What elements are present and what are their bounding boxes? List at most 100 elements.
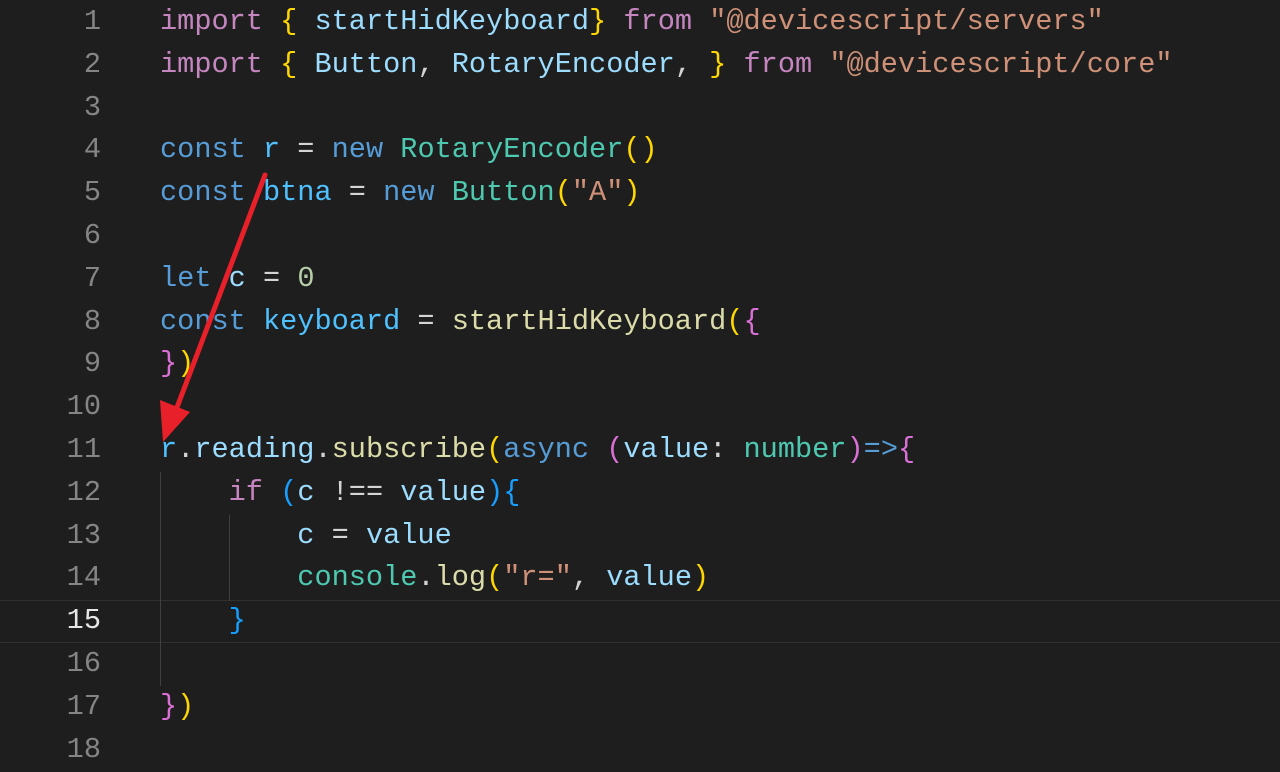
code-line[interactable]: 11 r.reading.subscribe(async (value: numb… bbox=[0, 429, 1280, 472]
code-token: btna bbox=[262, 176, 332, 210]
code-token: RotaryEncoder bbox=[400, 133, 624, 167]
code-line[interactable]: 17}) bbox=[0, 686, 1280, 729]
line-number: 5 bbox=[83, 176, 101, 210]
code-line[interactable]: 2 import { Button, RotaryEncoder, } from … bbox=[0, 44, 1280, 87]
code-token: . bbox=[417, 561, 435, 595]
code-token: async bbox=[503, 432, 590, 466]
line-number: 11 bbox=[66, 432, 101, 466]
code-token: Button bbox=[451, 176, 555, 210]
code-token: startHidKeyboard bbox=[297, 5, 590, 38]
code-token: const bbox=[160, 176, 246, 210]
line-number: 14 bbox=[66, 561, 101, 595]
code-line[interactable]: 1 import { startHidKeyboard} from "@devic… bbox=[0, 1, 1280, 44]
code-token: reading bbox=[194, 432, 315, 466]
code-token: import bbox=[160, 5, 263, 38]
line-number: 15 bbox=[66, 604, 101, 638]
code-line[interactable]: 6 bbox=[0, 215, 1280, 258]
code-token: "@devicescript/core" bbox=[829, 47, 1173, 81]
code-line[interactable]: 9}) bbox=[0, 343, 1280, 386]
code-line[interactable]: 15 } bbox=[0, 600, 1280, 643]
code-line[interactable]: 3 bbox=[0, 87, 1280, 130]
code-token: new bbox=[383, 176, 435, 210]
code-line[interactable]: 13 c = value bbox=[0, 515, 1280, 558]
code-line[interactable]: 8 const keyboard = startHidKeyboard({ bbox=[0, 301, 1280, 344]
code-token: , bbox=[674, 47, 710, 81]
line-code: c = value bbox=[160, 515, 452, 558]
code-token: c bbox=[297, 518, 315, 552]
code-token: "r=" bbox=[503, 561, 572, 595]
line-code: const r = new RotaryEncoder() bbox=[160, 129, 658, 172]
code-token: ( bbox=[554, 176, 572, 210]
code-token: subscribe bbox=[331, 432, 487, 466]
code-line[interactable]: 5 const btna = new Button("A") bbox=[0, 172, 1280, 215]
code-line[interactable]: 18 bbox=[0, 729, 1280, 772]
code-line[interactable]: 16 bbox=[0, 643, 1280, 686]
code-token: const bbox=[160, 133, 246, 167]
code-line[interactable]: 12 if (c !== value){ bbox=[0, 472, 1280, 515]
code-token: value bbox=[606, 561, 692, 595]
line-number: 9 bbox=[83, 347, 101, 381]
code-token: !== bbox=[314, 475, 401, 509]
code-token: value bbox=[365, 518, 452, 552]
code-token: ( bbox=[280, 475, 298, 509]
line-number: 13 bbox=[66, 518, 101, 552]
code-token: => bbox=[863, 432, 898, 466]
line-number: 8 bbox=[83, 304, 101, 338]
line-number: 17 bbox=[66, 689, 101, 723]
code-token: 0 bbox=[297, 261, 315, 295]
code-line[interactable]: 4 const r = new RotaryEncoder() bbox=[0, 129, 1280, 172]
code-token: } bbox=[709, 47, 727, 81]
code-token: = bbox=[314, 518, 366, 552]
line-code: } bbox=[160, 600, 246, 643]
line-code: import { startHidKeyboard} from "@device… bbox=[160, 1, 1104, 44]
code-token: } bbox=[228, 604, 246, 638]
line-number: 10 bbox=[66, 390, 101, 424]
code-token: c bbox=[297, 475, 315, 509]
code-token: ) bbox=[486, 475, 504, 509]
line-code: if (c !== value){ bbox=[160, 472, 521, 515]
code-token: console bbox=[297, 561, 418, 595]
code-token: r bbox=[262, 133, 281, 167]
line-number: 16 bbox=[66, 646, 101, 680]
indent-guide bbox=[160, 472, 161, 686]
code-token: startHidKeyboard bbox=[451, 304, 727, 338]
code-token: } bbox=[160, 689, 178, 723]
code-token: if bbox=[228, 475, 263, 509]
code-line[interactable]: 10 bbox=[0, 386, 1280, 429]
code-line[interactable]: 14 console.log("r=", value) bbox=[0, 557, 1280, 600]
line-code: import { Button, RotaryEncoder, } from "… bbox=[160, 44, 1173, 87]
code-token: Button bbox=[297, 47, 418, 81]
line-code: const keyboard = startHidKeyboard({ bbox=[160, 301, 761, 344]
code-token: value bbox=[623, 432, 710, 466]
code-token: } bbox=[589, 5, 607, 38]
code-editor[interactable]: 1 import { startHidKeyboard} from "@devic… bbox=[0, 1, 1280, 771]
indent-guide bbox=[229, 515, 230, 601]
code-token: const bbox=[160, 304, 246, 338]
code-token: import bbox=[160, 47, 263, 81]
code-token: , bbox=[417, 47, 452, 81]
code-line[interactable]: 7 let c = 0 bbox=[0, 258, 1280, 301]
line-code: }) bbox=[160, 343, 194, 386]
code-token: "@devicescript/servers" bbox=[709, 5, 1104, 38]
line-code: r.reading.subscribe(async (value: number… bbox=[160, 429, 915, 472]
code-token: . bbox=[177, 432, 195, 466]
code-token: number bbox=[743, 432, 847, 466]
code-token: ( bbox=[726, 304, 744, 338]
code-token: ) bbox=[623, 176, 641, 210]
code-token: = bbox=[245, 261, 298, 295]
line-number: 3 bbox=[83, 90, 101, 124]
code-token: = bbox=[280, 133, 332, 167]
line-code: let c = 0 bbox=[160, 258, 314, 301]
